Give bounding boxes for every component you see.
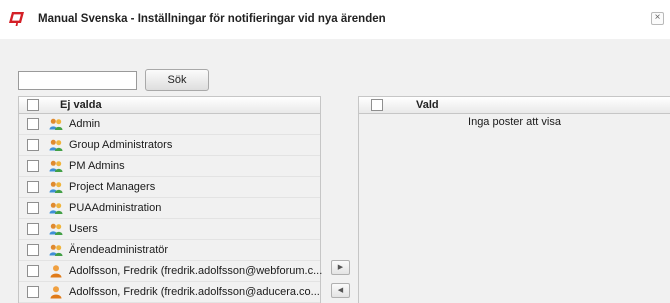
row-checkbox[interactable] (27, 202, 39, 214)
search-button[interactable]: Sök (145, 69, 209, 91)
title-bar: Manual Svenska - Inställningar för notif… (0, 0, 670, 39)
list-item-label: PUAAdministration (69, 202, 162, 214)
list-item[interactable]: Project Managers (19, 177, 320, 198)
list-item-label: Project Managers (69, 181, 156, 193)
user-icon (49, 285, 63, 299)
list-item-label: Users (69, 223, 98, 235)
list-item-label: Admin (69, 118, 101, 130)
unselected-list-header: Ej valda (19, 97, 320, 114)
row-checkbox[interactable] (27, 244, 39, 256)
list-item[interactable]: Group Administrators (19, 135, 320, 156)
selected-header-label: Vald (416, 99, 439, 111)
list-item[interactable]: PM Admins (19, 156, 320, 177)
list-item-label: Ärendeadministratör (69, 244, 169, 256)
empty-list-message: Inga poster att visa (468, 116, 561, 128)
group-icon (49, 138, 63, 152)
list-item-label: Adolfsson, Fredrik (fredrik.adolfsson@we… (69, 265, 323, 277)
list-item[interactable]: Admin (19, 114, 320, 135)
selected-list-header: Vald (359, 97, 670, 114)
user-icon (49, 264, 63, 278)
group-icon (49, 222, 63, 236)
dialog-content: Sök Ej valda Admin Group Administrators PM… (0, 39, 670, 303)
search-input[interactable] (18, 71, 137, 90)
list-item[interactable]: Users (19, 219, 320, 240)
row-checkbox[interactable] (27, 139, 39, 151)
add-selected-button[interactable]: ▶ (331, 260, 350, 275)
list-item[interactable]: Ärendeadministratör (19, 240, 320, 261)
row-checkbox[interactable] (27, 118, 39, 130)
list-item[interactable]: Adolfsson, Fredrik (fredrik.adolfsson@ad… (19, 282, 320, 303)
select-all-checkbox[interactable] (27, 99, 39, 111)
row-checkbox[interactable] (27, 265, 39, 277)
unselected-rows: Admin Group Administrators PM Admins Projec… (19, 114, 323, 303)
list-item-label: PM Admins (69, 160, 125, 172)
row-checkbox[interactable] (27, 181, 39, 193)
list-item-label: Group Administrators (69, 139, 173, 151)
close-button[interactable]: × (651, 12, 664, 25)
unselected-header-label: Ej valda (60, 99, 102, 111)
group-icon (49, 180, 63, 194)
row-checkbox[interactable] (27, 223, 39, 235)
remove-selected-button[interactable]: ◀ (331, 283, 350, 298)
row-checkbox[interactable] (27, 286, 39, 298)
window-title: Manual Svenska - Inställningar för notif… (38, 13, 386, 25)
group-icon (49, 201, 63, 215)
row-checkbox[interactable] (27, 160, 39, 172)
selected-list: Vald Inga poster att visa (358, 96, 670, 303)
unselected-list: Ej valda Admin Group Administrators PM Adm… (18, 96, 323, 303)
list-item-label: Adolfsson, Fredrik (fredrik.adolfsson@ad… (69, 286, 320, 298)
group-icon (49, 243, 63, 257)
select-all-selected-checkbox[interactable] (371, 99, 383, 111)
list-item[interactable]: Adolfsson, Fredrik (fredrik.adolfsson@we… (19, 261, 323, 282)
group-icon (49, 159, 63, 173)
app-logo-icon (9, 12, 24, 26)
list-item[interactable]: PUAAdministration (19, 198, 320, 219)
group-icon (49, 117, 63, 131)
